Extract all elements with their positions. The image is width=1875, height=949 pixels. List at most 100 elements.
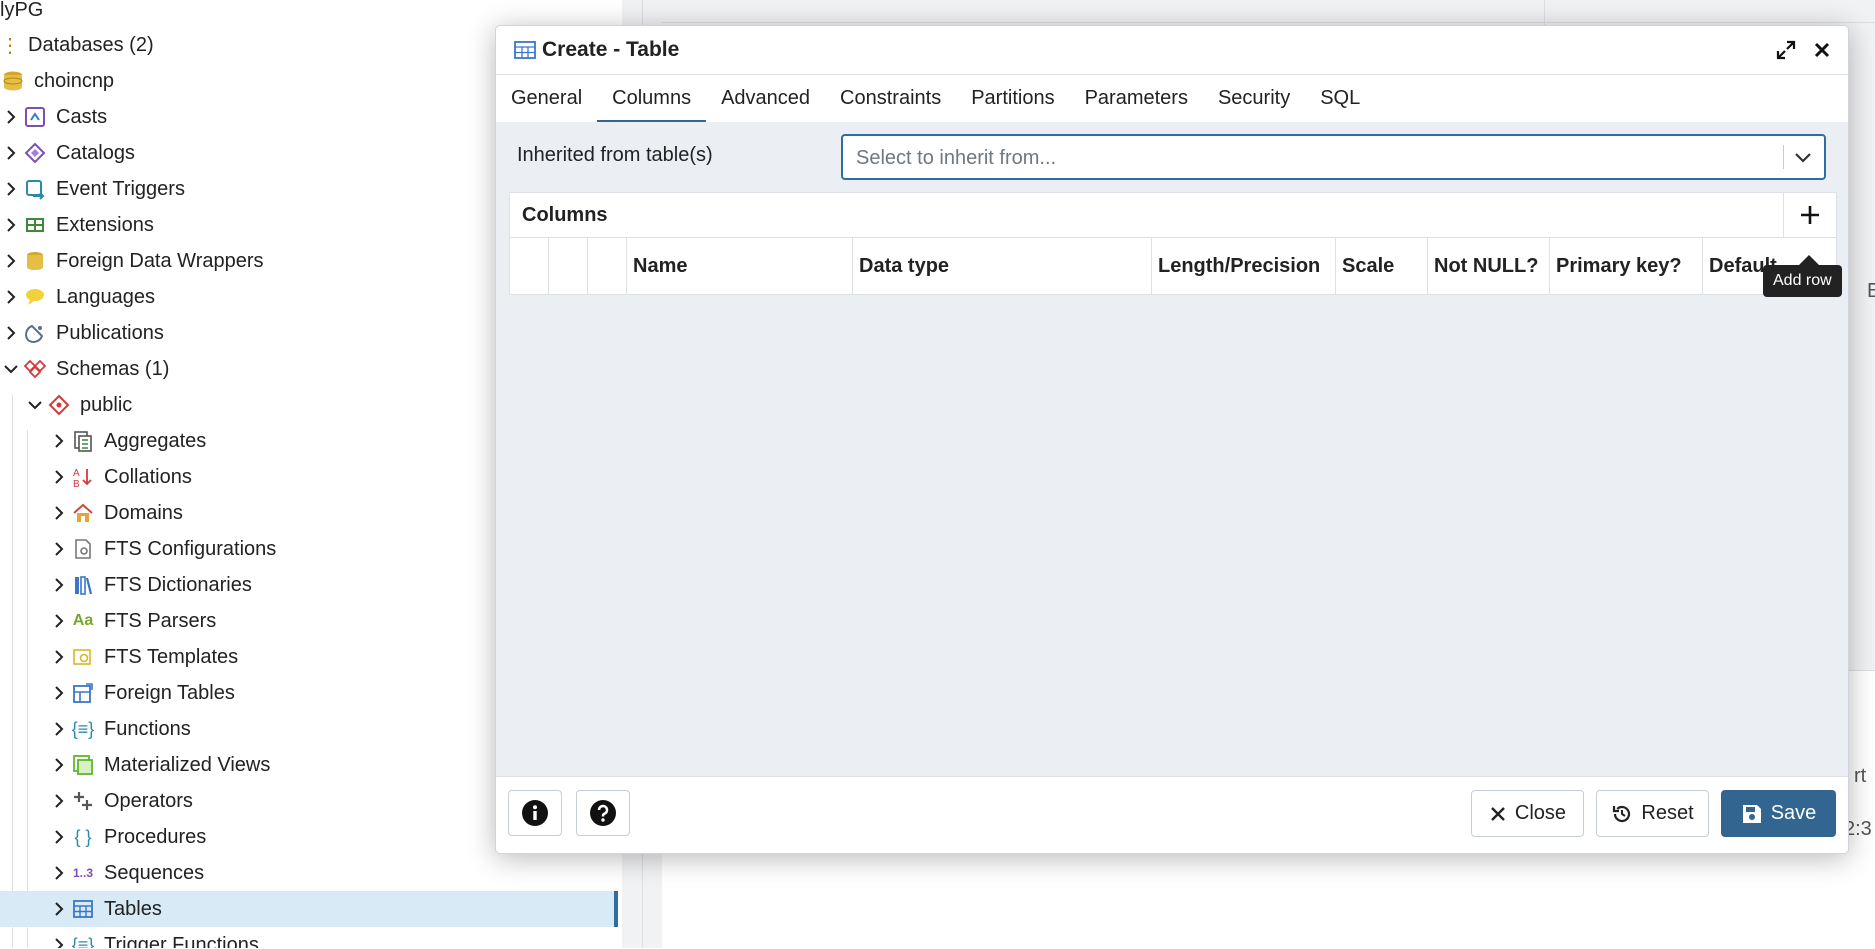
tree-item-materialized-views[interactable]: Materialized Views: [48, 747, 270, 783]
chevron-right-icon[interactable]: [0, 290, 22, 304]
chevron-right-icon[interactable]: [0, 218, 22, 232]
help-icon: [590, 800, 616, 826]
tree-item-procedures[interactable]: { } Procedures: [48, 819, 206, 855]
tree-item-languages[interactable]: Languages: [0, 279, 155, 315]
chevron-right-icon[interactable]: [48, 434, 70, 448]
chevron-right-icon[interactable]: [48, 650, 70, 664]
tree-item-tables[interactable]: Tables: [0, 891, 618, 927]
tree-item-label: Sequences: [104, 861, 205, 884]
tree-item-collations[interactable]: AB Collations: [48, 459, 192, 495]
tree-item-foreign-data-wrappers[interactable]: Foreign Data Wrappers: [0, 243, 264, 279]
close-dialog-button[interactable]: [1808, 36, 1836, 64]
tab-parameters[interactable]: Parameters: [1070, 74, 1203, 122]
chevron-right-icon[interactable]: [0, 146, 22, 160]
column-header-scale[interactable]: Scale: [1336, 238, 1428, 295]
column-header-delete: [588, 238, 627, 295]
tree-item-event-triggers[interactable]: Event Triggers: [0, 171, 185, 207]
chevron-right-icon[interactable]: [48, 686, 70, 700]
chevron-right-icon[interactable]: [0, 182, 22, 196]
chevron-right-icon[interactable]: [48, 578, 70, 592]
tree-item-label: Functions: [104, 717, 191, 740]
tree-item-label: Procedures: [104, 825, 207, 848]
tree-item-fts-templates[interactable]: FTS Templates: [48, 639, 238, 675]
tree-item-domains[interactable]: Domains: [48, 495, 183, 531]
tree-item-operators[interactable]: Operators: [48, 783, 193, 819]
tree-item-label: Materialized Views: [104, 753, 271, 776]
chevron-down-icon[interactable]: [1791, 146, 1815, 170]
tree-item-fts-dictionaries[interactable]: FTS Dictionaries: [48, 567, 252, 603]
chevron-right-icon[interactable]: [48, 902, 70, 916]
column-header-not-null[interactable]: Not NULL?: [1428, 238, 1550, 295]
column-header-length-precision[interactable]: Length/Precision: [1152, 238, 1336, 295]
tree-item-trigger-functions[interactable]: {≡} Trigger Functions: [48, 927, 259, 948]
tree-item-databases[interactable]: ⋮ Databases (2): [0, 27, 154, 63]
tree-item-catalogs[interactable]: Catalogs: [0, 135, 135, 171]
maximize-button[interactable]: [1772, 36, 1800, 64]
extensions-icon: [22, 212, 48, 238]
tree-item-casts[interactable]: Casts: [0, 99, 107, 135]
tree-item-fts-configurations[interactable]: FTS Configurations: [48, 531, 276, 567]
tree-item-label: Catalogs: [56, 141, 135, 164]
tree-item-label: lyPG: [0, 0, 44, 21]
chevron-right-icon[interactable]: [48, 866, 70, 880]
databases-icon: ⋮: [0, 34, 20, 57]
tree-item-functions[interactable]: {≡} Functions: [48, 711, 191, 747]
save-button[interactable]: Save: [1721, 790, 1836, 837]
fts-templates-icon: [70, 644, 96, 670]
chevron-right-icon[interactable]: [48, 794, 70, 808]
tab-constraints[interactable]: Constraints: [825, 74, 956, 122]
chevron-right-icon[interactable]: [48, 758, 70, 772]
tree-item-fts-parsers[interactable]: Aa FTS Parsers: [48, 603, 216, 639]
tree-item-publications[interactable]: Publications: [0, 315, 164, 351]
chevron-right-icon[interactable]: [48, 830, 70, 844]
reset-button[interactable]: Reset: [1596, 790, 1709, 837]
chevron-right-icon[interactable]: [0, 326, 22, 340]
tree-item-label: Aggregates: [104, 429, 207, 452]
chevron-right-icon[interactable]: [0, 110, 22, 124]
tree-item-aggregates[interactable]: Aggregates: [48, 423, 206, 459]
add-row-tooltip: Add row: [1763, 265, 1842, 297]
tree-item-schemas[interactable]: Schemas (1): [0, 351, 169, 387]
chevron-right-icon[interactable]: [48, 614, 70, 628]
tree-item-schema-public[interactable]: public: [24, 387, 132, 423]
tree-item-sequences[interactable]: 1..3 Sequences: [48, 855, 204, 891]
tree-item-server[interactable]: lyPG: [0, 0, 43, 28]
tab-general[interactable]: General: [496, 74, 597, 122]
dialog-header[interactable]: Create - Table: [496, 26, 1848, 75]
chevron-right-icon[interactable]: [48, 506, 70, 520]
reset-icon: [1613, 805, 1631, 822]
chevron-right-icon[interactable]: [48, 542, 70, 556]
tree-item-extensions[interactable]: Extensions: [0, 207, 154, 243]
help-button[interactable]: [576, 790, 630, 836]
table-icon: [514, 40, 536, 60]
tree-item-database[interactable]: choincnp: [0, 63, 114, 99]
chevron-down-icon[interactable]: [0, 364, 22, 374]
add-row-button[interactable]: [1783, 193, 1836, 237]
tab-advanced[interactable]: Advanced: [706, 74, 825, 122]
tab-columns[interactable]: Columns: [597, 74, 707, 123]
chevron-down-icon[interactable]: [24, 400, 46, 410]
chevron-right-icon[interactable]: [48, 470, 70, 484]
tree-item-label: FTS Configurations: [104, 537, 277, 560]
column-header-data-type[interactable]: Data type: [853, 238, 1152, 295]
info-button[interactable]: [508, 790, 562, 836]
close-button[interactable]: Close: [1471, 790, 1584, 837]
tab-sql[interactable]: SQL: [1305, 74, 1375, 122]
chevron-right-icon[interactable]: [48, 722, 70, 736]
collations-icon: AB: [70, 464, 96, 490]
chevron-right-icon[interactable]: [48, 938, 70, 948]
chevron-right-icon[interactable]: [0, 254, 22, 268]
create-table-dialog: Create - Table General Columns Advanced …: [495, 25, 1849, 854]
columns-grid: Columns Name Data type Length/Precision …: [509, 192, 1837, 295]
tree-item-label: Languages: [56, 285, 155, 308]
column-header-name[interactable]: Name: [627, 238, 853, 295]
tab-security[interactable]: Security: [1203, 74, 1305, 122]
tree-item-label: Extensions: [56, 213, 154, 236]
tree-item-foreign-tables[interactable]: Foreign Tables: [48, 675, 235, 711]
tab-partitions[interactable]: Partitions: [956, 74, 1069, 122]
tree-item-label: Collations: [104, 465, 192, 488]
languages-icon: [22, 284, 48, 310]
inherit-select[interactable]: Select to inherit from...: [841, 134, 1826, 180]
column-header-primary-key[interactable]: Primary key?: [1550, 238, 1703, 295]
inherit-placeholder: Select to inherit from...: [856, 147, 1057, 169]
